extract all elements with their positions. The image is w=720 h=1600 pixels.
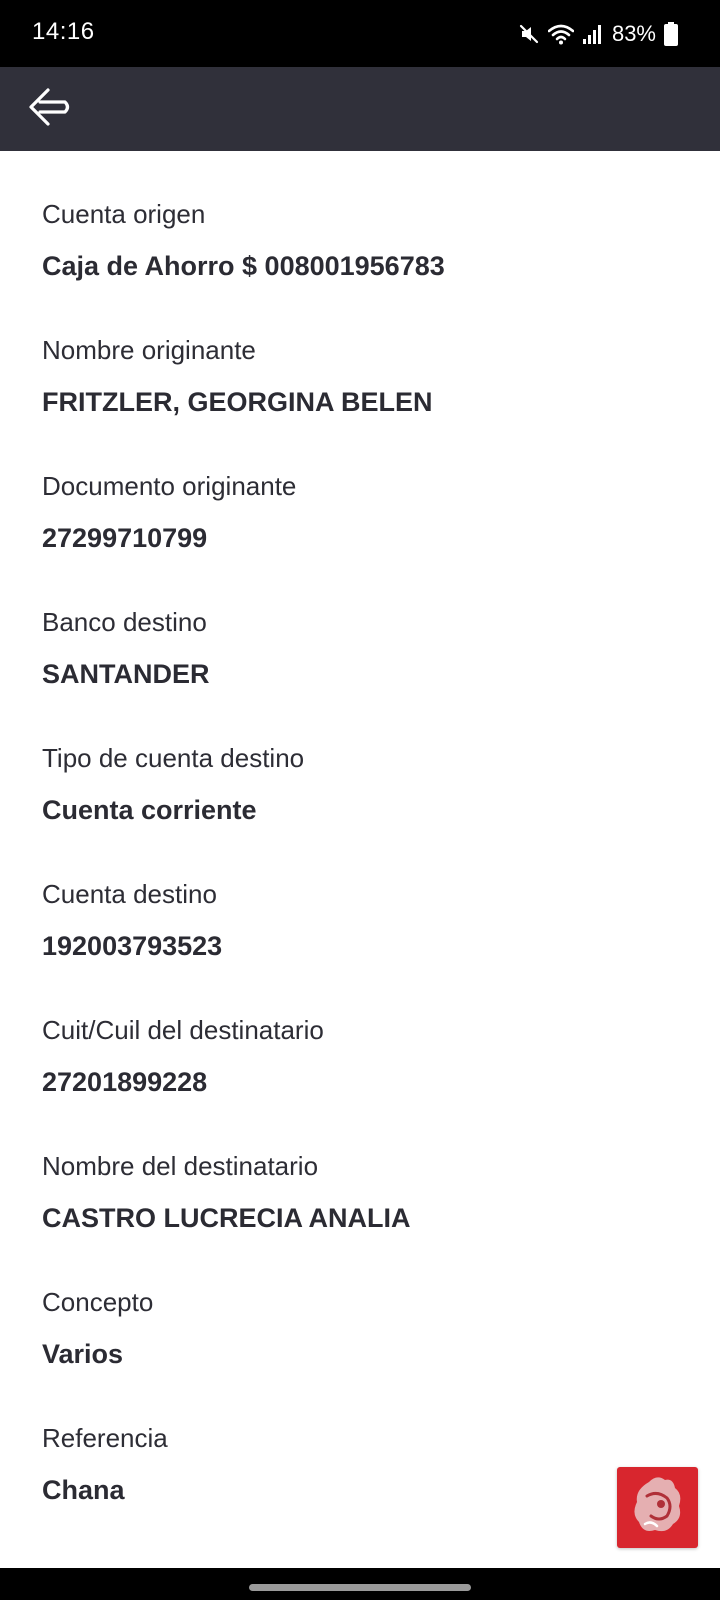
field-nombre-originante: Nombre originante FRITZLER, GEORGINA BEL… xyxy=(42,287,682,423)
assistant-button[interactable] xyxy=(617,1467,698,1548)
status-bar: 14:16 83% xyxy=(0,0,720,67)
battery-percent: 83% xyxy=(611,21,656,46)
field-value: 27201899228 xyxy=(42,1067,208,1097)
navigation-bar xyxy=(0,1568,720,1600)
field-value: Caja de Ahorro $ 008001956783 xyxy=(42,251,445,281)
field-label: Cuenta destino xyxy=(42,879,217,909)
field-label: Cuit/Cuil del destinatario xyxy=(42,1015,324,1045)
status-icons: 83% xyxy=(518,17,678,51)
field-nombre-destinatario: Nombre del destinatario CASTRO LUCRECIA … xyxy=(42,1103,682,1239)
field-label: Banco destino xyxy=(42,607,207,637)
field-banco-destino: Banco destino SANTANDER xyxy=(42,559,682,695)
field-label: Documento originante xyxy=(42,471,297,501)
field-value: CASTRO LUCRECIA ANALIA xyxy=(42,1203,411,1233)
field-concepto: Concepto Varios xyxy=(42,1239,682,1375)
field-label: Tipo de cuenta destino xyxy=(42,743,305,773)
field-value: Chana xyxy=(42,1475,125,1505)
field-tipo-cuenta-destino: Tipo de cuenta destino Cuenta corriente xyxy=(42,695,682,831)
assistant-icon xyxy=(627,1472,689,1543)
home-indicator[interactable] xyxy=(249,1584,471,1591)
field-cuenta-origen: Cuenta origen Caja de Ahorro $ 008001956… xyxy=(42,151,682,287)
field-label: Referencia xyxy=(42,1423,168,1453)
mute-icon xyxy=(518,23,540,45)
field-value: Cuenta corriente xyxy=(42,795,257,825)
field-referencia: Referencia Chana xyxy=(42,1375,682,1511)
battery-icon xyxy=(664,22,678,46)
field-value: Varios xyxy=(42,1339,124,1369)
status-time: 14:16 xyxy=(32,18,95,45)
field-value: SANTANDER xyxy=(42,659,210,689)
wifi-icon xyxy=(547,23,574,45)
field-value: 27299710799 xyxy=(42,523,208,553)
field-cuenta-destino: Cuenta destino 192003793523 xyxy=(42,831,682,967)
field-cuit-destinatario: Cuit/Cuil del destinatario 27201899228 xyxy=(42,967,682,1103)
signal-icon xyxy=(582,23,604,45)
app-bar xyxy=(0,67,720,151)
transfer-details: Cuenta origen Caja de Ahorro $ 008001956… xyxy=(42,151,682,1511)
field-label: Cuenta origen xyxy=(42,199,206,229)
field-value: FRITZLER, GEORGINA BELEN xyxy=(42,387,433,417)
arrow-left-icon xyxy=(27,86,73,133)
field-label: Concepto xyxy=(42,1287,154,1317)
field-label: Nombre originante xyxy=(42,335,256,365)
field-label: Nombre del destinatario xyxy=(42,1151,319,1181)
field-value: 192003793523 xyxy=(42,931,223,961)
field-documento-originante: Documento originante 27299710799 xyxy=(42,423,682,559)
back-button[interactable] xyxy=(22,83,78,135)
